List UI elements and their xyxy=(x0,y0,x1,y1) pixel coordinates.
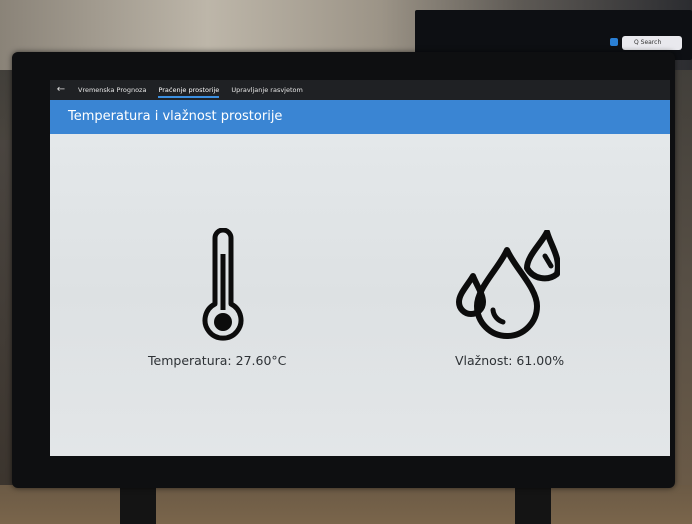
tab-upravljanje-rasvjetom[interactable]: Upravljanje rasvjetom xyxy=(225,80,309,100)
thermometer-icon xyxy=(202,228,244,341)
tab-pracenje-prostorije[interactable]: Praćenje prostorije xyxy=(152,80,225,100)
back-arrow-icon[interactable]: ← xyxy=(50,80,72,100)
page-title: Temperatura i vlažnost prostorije xyxy=(50,100,670,134)
humidity-label: Vlažnost: 61.00% xyxy=(455,353,565,368)
background-search-box: Q Search xyxy=(622,36,682,50)
content-area xyxy=(50,134,670,456)
app-screen: ← Vremenska Prognoza Praćenje prostorije… xyxy=(50,80,670,456)
top-navigation: ← Vremenska Prognoza Praćenje prostorije… xyxy=(50,80,670,100)
stand-right xyxy=(515,482,551,524)
background-desk xyxy=(0,485,692,524)
windows-icon xyxy=(610,38,618,46)
water-drops-icon xyxy=(456,230,560,339)
stand-left xyxy=(120,482,156,524)
tab-vremenska-prognoza[interactable]: Vremenska Prognoza xyxy=(72,80,152,100)
temperature-label: Temperatura: 27.60°C xyxy=(148,353,287,368)
